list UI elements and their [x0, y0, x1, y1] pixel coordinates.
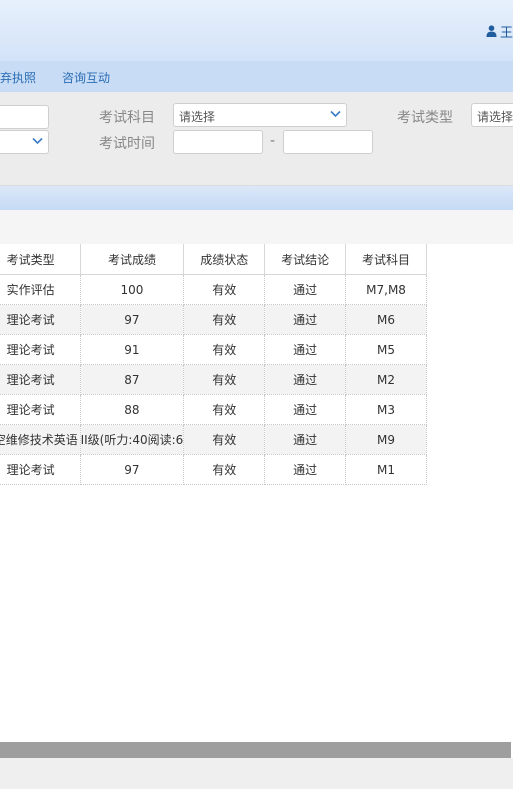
results-table: 考试类型 考试成绩 成绩状态 考试结论 考试科目 实作评估 100 有效 通过 … [0, 244, 427, 485]
type-select-value: 请选择 [477, 110, 513, 124]
table-cell: 理论考试 [0, 364, 81, 395]
chevron-down-icon [330, 110, 341, 118]
table-header-row: 考试类型 考试成绩 成绩状态 考试结论 考试科目 [0, 244, 427, 275]
table-row[interactable]: 理论考试 97 有效 通过 M6 [0, 304, 427, 335]
table-cell: 通过 [264, 334, 347, 365]
table-row[interactable]: 实作评估 100 有效 通过 M7,M8 [0, 274, 427, 305]
table-cell: 通过 [264, 364, 347, 395]
table-cell: 通过 [264, 274, 347, 305]
table-cell: 100 [80, 274, 185, 305]
table-row[interactable]: 理论考试 91 有效 通过 M5 [0, 334, 427, 365]
table-cell: 通过 [264, 424, 347, 455]
filter-panel: 考试科目 请选择 考试类型 请选择 考试时间 - [0, 92, 513, 186]
column-header-subject[interactable]: 考试科目 [345, 244, 427, 275]
table-cell: 有效 [183, 334, 266, 365]
table-cell: 通过 [264, 304, 347, 335]
date-range-separator: - [270, 133, 276, 149]
section-bar [0, 186, 513, 210]
subject-select-value: 请选择 [179, 110, 216, 124]
time-label: 考试时间 [99, 136, 155, 152]
top-nav: 弃执照 咨询互动 [0, 61, 513, 93]
table-cell: 通过 [264, 394, 347, 425]
nav-item-consult[interactable]: 咨询互动 [62, 69, 110, 86]
table-cell: 理论考试 [0, 394, 81, 425]
table-cell: 航空维修技术英语 [0, 424, 81, 455]
table-cell: 实作评估 [0, 274, 81, 305]
results-grid: 考试类型 考试成绩 成绩状态 考试结论 考试科目 实作评估 100 有效 通过 … [0, 244, 513, 740]
table-cell: 理论考试 [0, 304, 81, 335]
table-cell: 97 [80, 304, 185, 335]
page-footer [0, 758, 513, 789]
user-icon [486, 25, 497, 37]
horizontal-scrollbar[interactable] [0, 742, 511, 758]
table-row[interactable]: 理论考试 88 有效 通过 M3 [0, 394, 427, 425]
type-label: 考试类型 [397, 110, 453, 126]
table-row[interactable]: 理论考试 97 有效 通过 M1 [0, 454, 427, 485]
table-cell: 有效 [183, 394, 266, 425]
table-cell: 有效 [183, 304, 266, 335]
table-cell: 理论考试 [0, 454, 81, 485]
table-cell: 理论考试 [0, 334, 81, 365]
app-header: 王 [0, 0, 513, 61]
table-cell: M5 [345, 334, 427, 365]
table-cell: 有效 [183, 364, 266, 395]
filter-select[interactable] [0, 130, 49, 154]
subject-label: 考试科目 [99, 110, 155, 126]
column-header-score[interactable]: 考试成绩 [80, 244, 185, 275]
table-row[interactable]: 计 航空维修技术英语 II级(听力:40阅读:6 有效 通过 M9 [0, 424, 427, 455]
user-name: 王 [499, 25, 513, 41]
table-cell: M6 [345, 304, 427, 335]
table-cell: 91 [80, 334, 185, 365]
table-cell: M7,M8 [345, 274, 427, 305]
filter-text-input[interactable] [0, 105, 49, 129]
nav-item-license[interactable]: 弃执照 [0, 69, 36, 86]
column-header-score-status[interactable]: 成绩状态 [183, 244, 266, 275]
table-cell: 87 [80, 364, 185, 395]
user-menu[interactable]: 王 [486, 22, 513, 41]
table-cell: 97 [80, 454, 185, 485]
table-cell: II级(听力:40阅读:6 [80, 424, 185, 455]
start-date-input[interactable] [173, 130, 263, 154]
end-date-input[interactable] [283, 130, 373, 154]
column-header-exam-type[interactable]: 考试类型 [0, 244, 81, 275]
grid-toolbar [0, 210, 513, 245]
table-cell: 通过 [264, 454, 347, 485]
table-cell: M9 [345, 424, 427, 455]
table-cell: 有效 [183, 424, 266, 455]
table-cell: M2 [345, 364, 427, 395]
column-header-result[interactable]: 考试结论 [264, 244, 347, 275]
table-cell: 有效 [183, 274, 266, 305]
chevron-down-icon [32, 137, 43, 145]
table-cell: 有效 [183, 454, 266, 485]
subject-select[interactable]: 请选择 [173, 103, 347, 127]
table-cell: M3 [345, 394, 427, 425]
table-cell: 88 [80, 394, 185, 425]
type-select[interactable]: 请选择 [471, 103, 513, 127]
table-row[interactable]: 理论考试 87 有效 通过 M2 [0, 364, 427, 395]
table-cell: M1 [345, 454, 427, 485]
